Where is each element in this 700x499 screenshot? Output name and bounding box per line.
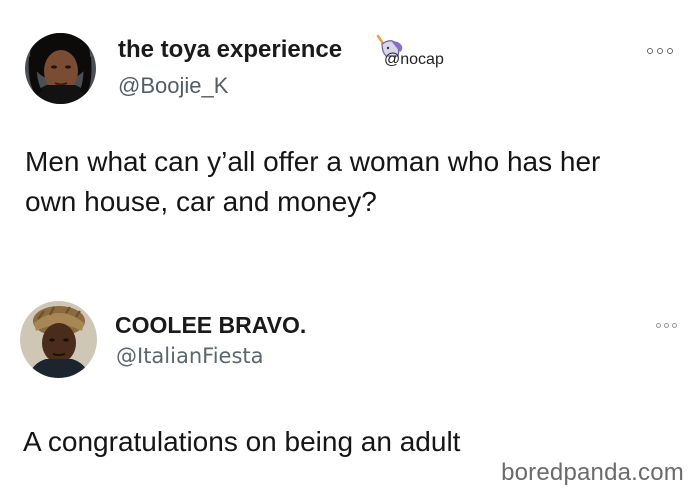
tweet-text-line: A congratulations on being an adult [23, 426, 461, 457]
user-avatar[interactable] [20, 301, 97, 378]
more-options-icon[interactable] [656, 323, 677, 328]
watermark: boredpanda.com [501, 459, 684, 486]
more-options-icon[interactable] [647, 48, 673, 54]
tweet-original[interactable]: the toya experience @nocap @Boojie_K Men… [0, 0, 700, 300]
display-name[interactable]: COOLEE BRAVO. [115, 312, 306, 339]
display-name[interactable]: the toya experience [118, 36, 342, 64]
tweet-text-line: own house, car and money? [25, 186, 377, 217]
user-avatar[interactable] [25, 33, 96, 104]
tweet-text: A congratulations on being an adult [23, 424, 460, 460]
tweet-text-line: Men what can y’all offer a woman who has… [25, 146, 601, 177]
user-handle[interactable]: @Boojie_K [118, 73, 228, 99]
user-handle[interactable]: @ItalianFiesta [116, 344, 264, 368]
badge-label: @nocap [384, 51, 444, 68]
tweet-text: Men what can y’all offer a woman who has… [25, 142, 600, 222]
